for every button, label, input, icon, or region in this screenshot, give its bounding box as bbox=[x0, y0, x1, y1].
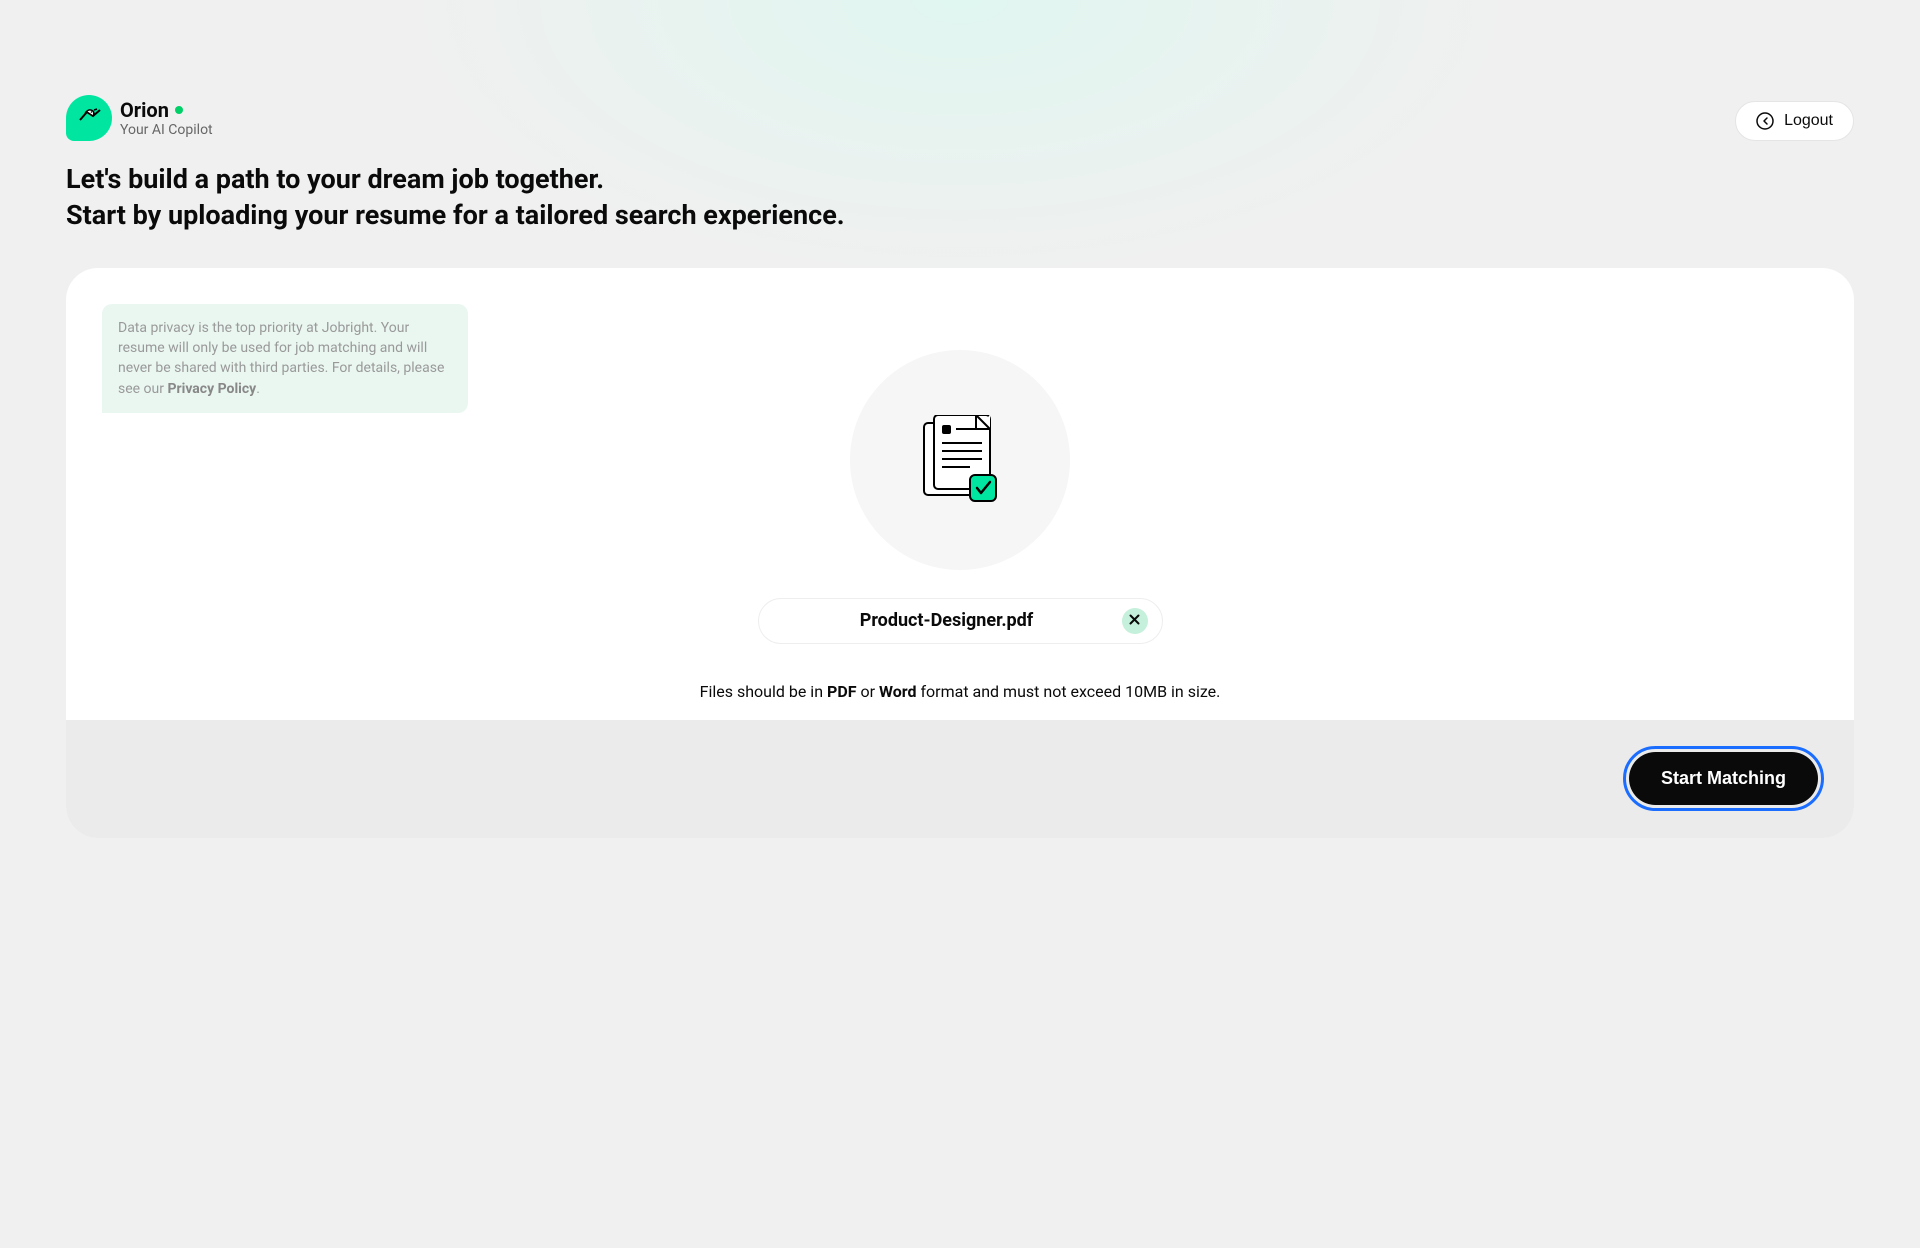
logout-button[interactable]: Logout bbox=[1735, 101, 1854, 141]
headline-line-1: Let's build a path to your dream job tog… bbox=[66, 161, 1854, 197]
logout-label: Logout bbox=[1784, 112, 1833, 130]
uploaded-file-chip: Product-Designer.pdf bbox=[758, 598, 1163, 644]
privacy-notice: Data privacy is the top priority at Jobr… bbox=[102, 304, 468, 413]
page-headline: Let's build a path to your dream job tog… bbox=[66, 161, 1854, 234]
privacy-policy-link[interactable]: Privacy Policy bbox=[167, 381, 256, 397]
document-uploaded-icon bbox=[920, 415, 1000, 505]
logout-icon bbox=[1756, 112, 1774, 130]
header: Orion Your AI Copilot Logout bbox=[66, 95, 1854, 141]
start-matching-button[interactable]: Start Matching bbox=[1629, 752, 1818, 805]
start-button-focus-ring: Start Matching bbox=[1623, 746, 1824, 811]
brand: Orion Your AI Copilot bbox=[66, 95, 213, 141]
headline-line-2: Start by uploading your resume for a tai… bbox=[66, 197, 1854, 233]
upload-illustration bbox=[850, 350, 1070, 570]
remove-file-button[interactable] bbox=[1122, 608, 1148, 634]
uploaded-file-name: Product-Designer.pdf bbox=[787, 610, 1107, 631]
file-format-hint: Files should be in PDF or Word format an… bbox=[700, 682, 1221, 701]
brand-subtitle: Your AI Copilot bbox=[120, 122, 213, 138]
card-footer: Start Matching bbox=[66, 720, 1854, 838]
brand-name: Orion bbox=[120, 98, 169, 122]
orion-logo-icon bbox=[66, 95, 112, 141]
privacy-text-suffix: . bbox=[256, 381, 260, 397]
close-icon bbox=[1129, 613, 1140, 628]
status-online-icon bbox=[175, 106, 183, 114]
upload-card: Data privacy is the top priority at Jobr… bbox=[66, 268, 1854, 838]
